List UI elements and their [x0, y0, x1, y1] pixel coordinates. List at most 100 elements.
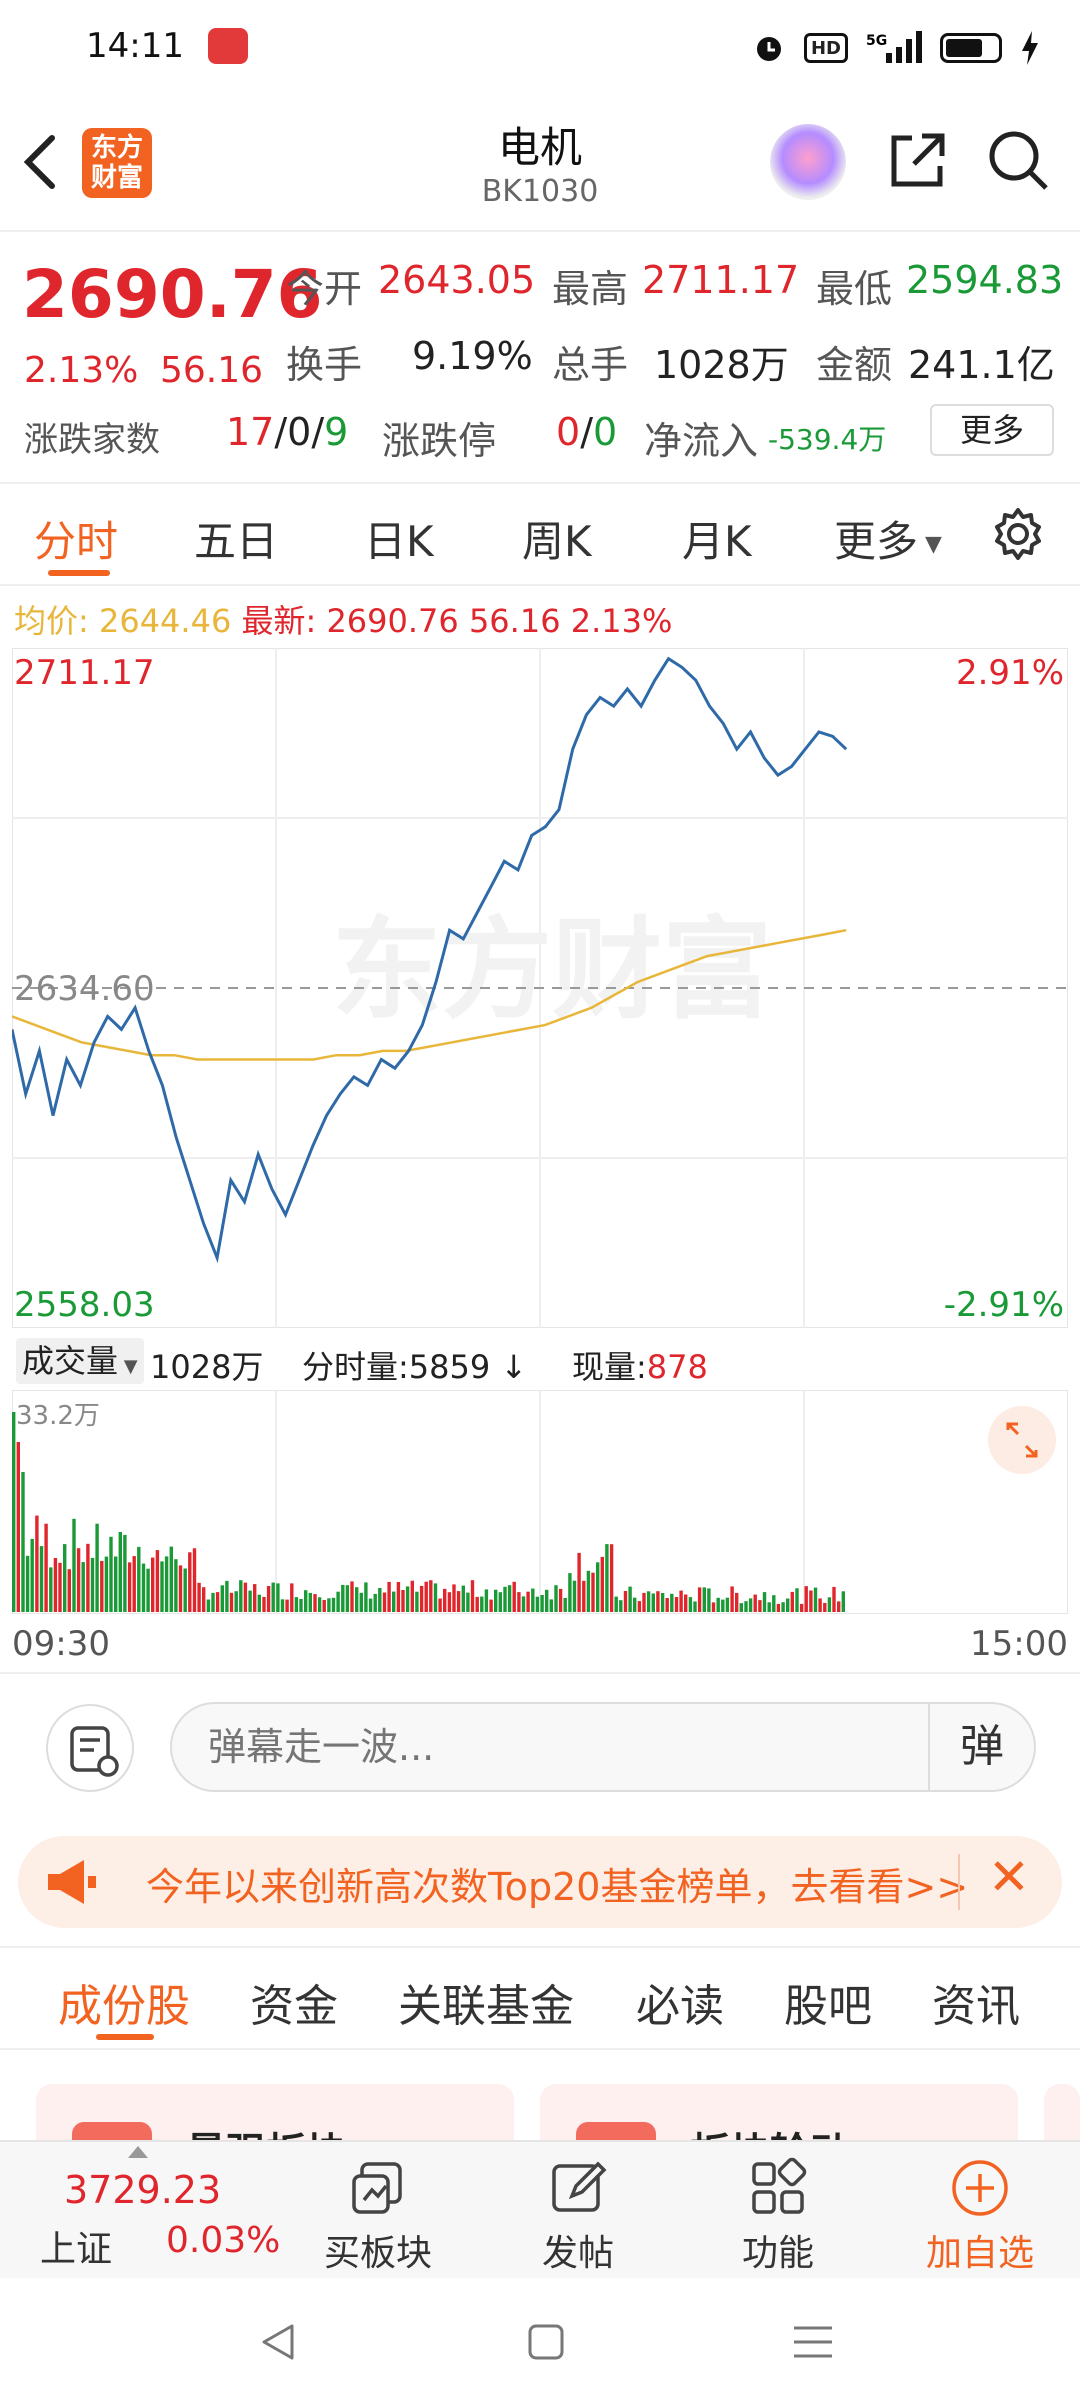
- volume-bar: [461, 1585, 465, 1612]
- share-icon: [891, 133, 945, 187]
- volume-bar: [169, 1546, 173, 1612]
- status-bar: 14:11 HD 5G: [0, 0, 1080, 96]
- volume-bar: [401, 1590, 405, 1612]
- volume-bar: [202, 1587, 206, 1612]
- volume-chart[interactable]: 33.2万: [12, 1390, 1068, 1614]
- volume-bar: [141, 1563, 146, 1612]
- promo-banner[interactable]: 今年以来创新高次数Top20基金榜单，去看看>> ✕: [18, 1836, 1062, 1928]
- y-top-pct: 2.91%: [956, 653, 1064, 693]
- volume-bar: [466, 1592, 470, 1612]
- ai-assistant-icon[interactable]: [770, 124, 846, 200]
- volume-bar: [475, 1596, 479, 1612]
- signal-icon: 5G: [866, 31, 922, 63]
- limit-up: 0: [556, 410, 581, 454]
- card-partial: [1044, 2084, 1080, 2144]
- tab-daily-k[interactable]: 日K: [364, 508, 434, 569]
- nav-menu-icon[interactable]: [792, 2322, 834, 2362]
- functions-button[interactable]: 功能: [728, 2156, 828, 2276]
- volume-bar: [642, 1592, 646, 1612]
- post-button[interactable]: 发帖: [528, 2156, 628, 2276]
- volume-bar: [331, 1597, 336, 1612]
- tab-forum[interactable]: 股吧: [784, 1970, 872, 2034]
- volume-bar: [16, 1442, 20, 1612]
- volume-bar: [317, 1597, 322, 1612]
- volume-bar: [605, 1544, 609, 1612]
- tab-more[interactable]: 更多 ▼: [834, 508, 942, 569]
- volume-bar: [438, 1598, 442, 1612]
- volume-bar: [554, 1585, 558, 1612]
- volume-bar: [489, 1599, 493, 1612]
- volume-bar: [164, 1556, 169, 1612]
- volume-bar: [790, 1591, 794, 1612]
- tab-related-funds[interactable]: 关联基金: [398, 1970, 574, 2034]
- volume-bar: [721, 1599, 725, 1612]
- limit-label: 涨跌停: [382, 419, 497, 463]
- volume-bar: [521, 1596, 526, 1612]
- tab-5day[interactable]: 五日: [194, 508, 278, 569]
- nav-home-icon[interactable]: [526, 2322, 566, 2362]
- danmu-toggle-button[interactable]: 弹: [928, 1704, 1034, 1790]
- card-strongest-sector[interactable]: 最强板块: [36, 2084, 514, 2144]
- post-label: 发帖: [541, 2233, 614, 2274]
- volume-bar: [262, 1596, 266, 1612]
- volume-bar: [285, 1599, 289, 1612]
- volume-bar: [178, 1565, 183, 1612]
- volume-bar: [748, 1598, 753, 1612]
- danmu-list-button[interactable]: [46, 1704, 134, 1792]
- tab-monthly-k[interactable]: 月K: [682, 508, 752, 569]
- tab-news[interactable]: 资讯: [932, 1970, 1020, 2034]
- volume-bar: [758, 1600, 762, 1612]
- volume-total: 1028万: [150, 1348, 264, 1386]
- danmu-input[interactable]: [208, 1720, 858, 1774]
- index-change: 0.03%: [166, 2220, 281, 2261]
- gear-icon: [995, 508, 1041, 560]
- tab-must-read[interactable]: 必读: [636, 1970, 724, 2034]
- volume-bar: [25, 1555, 30, 1612]
- add-watchlist-button[interactable]: 加自选: [918, 2156, 1042, 2276]
- volume-bar: [535, 1596, 540, 1612]
- charging-icon: [1022, 31, 1038, 65]
- netflow-value: -539.4万: [768, 423, 887, 456]
- volume-bar: [512, 1581, 516, 1612]
- tab-weekly-k[interactable]: 周K: [522, 508, 592, 569]
- volume-bar: [637, 1601, 642, 1612]
- tab-constituents[interactable]: 成份股: [58, 1970, 190, 2034]
- volume-bar: [313, 1594, 317, 1612]
- volume-bar: [114, 1556, 118, 1612]
- intraday-price-chart[interactable]: 东方财富 2711.17 2.91% 2634.60 2558.03 -2.91…: [12, 648, 1068, 1328]
- nav-back-icon[interactable]: [258, 2322, 298, 2362]
- volume-bar: [656, 1591, 660, 1612]
- tab-intraday[interactable]: 分时: [34, 508, 118, 569]
- volume-bar: [405, 1586, 410, 1612]
- index-ticker[interactable]: 3729.23 上证 0.03%: [0, 2142, 280, 2280]
- volume-bar: [628, 1586, 632, 1612]
- volume-bar: [818, 1598, 822, 1612]
- last-value: 2690.76: [326, 602, 459, 640]
- low-label: 最低: [816, 267, 893, 311]
- card-sector-rotation[interactable]: 板块轮动: [540, 2084, 1018, 2144]
- volume-value: 1028万: [654, 343, 789, 387]
- y-bottom-pct: -2.91%: [944, 1285, 1064, 1325]
- volume-bar: [392, 1591, 396, 1612]
- volume-indicator-select[interactable]: 成交量 ▼: [16, 1338, 144, 1384]
- share-button[interactable]: [884, 128, 950, 194]
- buy-sector-button[interactable]: 买板块: [318, 2156, 438, 2276]
- volume-bar: [744, 1601, 748, 1612]
- volume-bar: [781, 1602, 785, 1612]
- chart-settings-button[interactable]: [990, 506, 1046, 562]
- tab-funds-flow[interactable]: 资金: [250, 1970, 338, 2034]
- volume-bar: [188, 1552, 192, 1612]
- volume-bar: [614, 1596, 618, 1612]
- search-button[interactable]: [986, 128, 1052, 194]
- time-end: 15:00: [970, 1624, 1068, 1664]
- open-label: 今开: [286, 267, 363, 311]
- close-icon[interactable]: ✕: [988, 1848, 1030, 1906]
- volume-bar: [837, 1601, 841, 1612]
- more-quote-button[interactable]: 更多: [930, 404, 1054, 456]
- breadth-down: 9: [324, 410, 349, 454]
- volume-bar: [725, 1597, 730, 1612]
- breadth-label: 涨跌家数: [24, 420, 160, 460]
- volume-bar: [253, 1584, 257, 1612]
- expand-button[interactable]: [988, 1406, 1056, 1474]
- current-volume-label: 现量:: [572, 1348, 647, 1386]
